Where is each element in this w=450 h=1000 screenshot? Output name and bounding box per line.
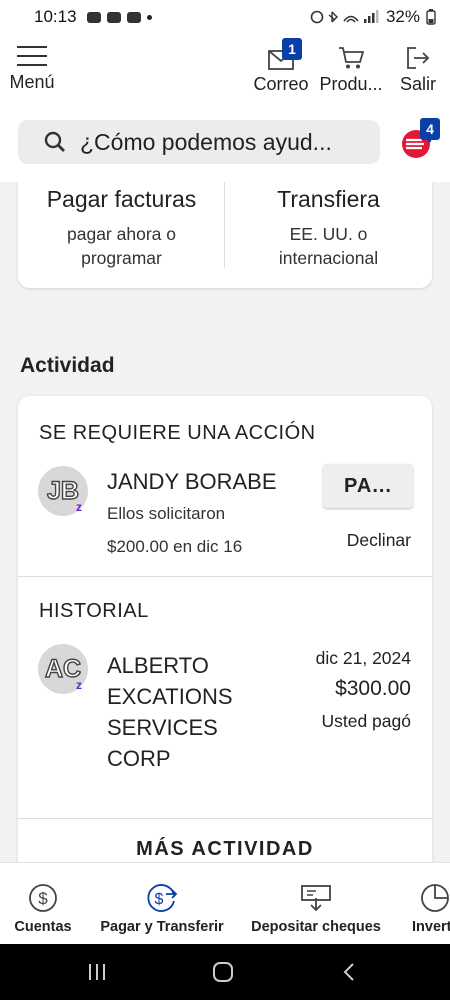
exit-icon: [407, 47, 430, 69]
activity-card: SE REQUIERE UNA ACCIÓN JB z JANDY BORABE…: [18, 396, 432, 862]
pay-bills-action[interactable]: Pagar facturas pagar ahora o programar: [18, 182, 225, 288]
main-content: Pagar facturas pagar ahora o programar T…: [0, 182, 450, 862]
action-required-heading: SE REQUIERE UNA ACCIÓN: [39, 422, 316, 444]
back-button[interactable]: [334, 958, 364, 986]
activity-title: Actividad: [20, 354, 115, 377]
menu-label: Menú: [9, 72, 55, 92]
pay-bills-subtitle: pagar ahora o programar: [67, 224, 176, 268]
products-label: Produ...: [319, 74, 383, 94]
status-right: 32%: [310, 7, 436, 27]
svg-text:$: $: [38, 889, 48, 908]
divider: [18, 576, 432, 577]
quick-actions-card: Pagar facturas pagar ahora o programar T…: [18, 182, 432, 288]
cart-icon: [339, 47, 364, 69]
notification-icons: [86, 11, 152, 23]
history-payee-name[interactable]: ALBERTO EXCATIONS SERVICES CORP: [107, 650, 257, 774]
erica-assistant-button[interactable]: 4: [400, 118, 440, 160]
system-status-icons: [310, 10, 379, 24]
transfer-action[interactable]: Transfiera EE. UU. o internacional: [225, 182, 432, 288]
battery-level: 32%: [385, 7, 420, 26]
menu-button[interactable]: Menú: [4, 42, 60, 93]
zelle-icon: z: [76, 678, 82, 692]
mail-label: Correo: [253, 74, 309, 94]
youtube-icon: [106, 11, 121, 23]
youtube-icon: [126, 11, 141, 23]
nav-invest-label: Invert: [412, 919, 450, 935]
products-button[interactable]: Produ...: [318, 42, 384, 95]
history-date: dic 21, 2024: [315, 648, 411, 668]
svg-text:$: $: [155, 891, 164, 908]
pay-button-label: PA...: [344, 474, 392, 497]
recent-apps-icon: [89, 964, 105, 980]
status-bar: 10:13 32%: [0, 0, 450, 34]
history-amount: $300.00: [335, 677, 411, 700]
transfer-subtitle: EE. UU. o internacional: [278, 224, 379, 268]
deposit-check-icon: [301, 885, 331, 912]
search-placeholder: ¿Cómo podemos ayud...: [80, 128, 332, 155]
dollar-circle-icon: $: [29, 884, 57, 912]
search-icon: [44, 131, 65, 152]
status-time: 10:13: [34, 7, 77, 26]
nav-invest[interactable]: Invert: [404, 863, 450, 945]
home-icon: [213, 962, 233, 982]
more-activity-link[interactable]: MÁS ACTIVIDAD: [18, 838, 432, 861]
request-description: Ellos solicitaron: [107, 504, 226, 523]
requester-name: JANDY BORABE: [107, 469, 277, 494]
search-row: ¿Cómo podemos ayud... 4: [0, 100, 450, 182]
app-header: Menú 1 Correo Produ... Salir: [0, 34, 450, 100]
nav-accounts[interactable]: $ Cuentas: [0, 863, 86, 945]
recent-apps-button[interactable]: [82, 958, 112, 986]
nav-accounts-label: Cuentas: [14, 919, 72, 935]
nav-deposit[interactable]: Depositar cheques: [246, 863, 386, 945]
mail-button[interactable]: 1 Correo: [250, 38, 312, 95]
request-amount-date: $200.00 en dic 16: [107, 537, 243, 556]
more-notifications-icon: [146, 14, 152, 20]
history-status: Usted pagó: [321, 711, 411, 731]
nav-deposit-label: Depositar cheques: [251, 919, 381, 935]
nav-pay-transfer-label: Pagar y Transferir: [100, 919, 224, 935]
home-button[interactable]: [208, 958, 238, 986]
exit-label: Salir: [399, 74, 436, 94]
pay-transfer-icon: $: [147, 884, 178, 912]
zelle-icon: z: [76, 500, 82, 514]
back-icon: [343, 963, 354, 981]
divider: [18, 818, 432, 819]
hamburger-icon: [17, 46, 47, 66]
bottom-nav: $ Cuentas $ Pagar y Transferir Depositar…: [0, 862, 450, 944]
decline-link[interactable]: Declinar: [347, 530, 411, 551]
system-nav-bar: [0, 944, 450, 1000]
nav-pay-transfer[interactable]: $ Pagar y Transferir: [92, 863, 232, 945]
pay-button[interactable]: PA...: [323, 464, 413, 508]
history-heading: HISTORIAL: [39, 600, 149, 622]
exit-button[interactable]: Salir: [392, 42, 444, 95]
search-input[interactable]: ¿Cómo podemos ayud...: [18, 120, 380, 164]
battery-icon: [426, 9, 436, 25]
erica-badge: 4: [420, 118, 440, 140]
pay-bills-title: Pagar facturas: [46, 186, 197, 212]
mail-badge: 1: [282, 38, 302, 60]
message-icon: [86, 11, 101, 23]
transfer-title: Transfiera: [277, 186, 380, 212]
pie-chart-icon: [421, 884, 449, 912]
avatar-initials: JB: [46, 476, 79, 505]
